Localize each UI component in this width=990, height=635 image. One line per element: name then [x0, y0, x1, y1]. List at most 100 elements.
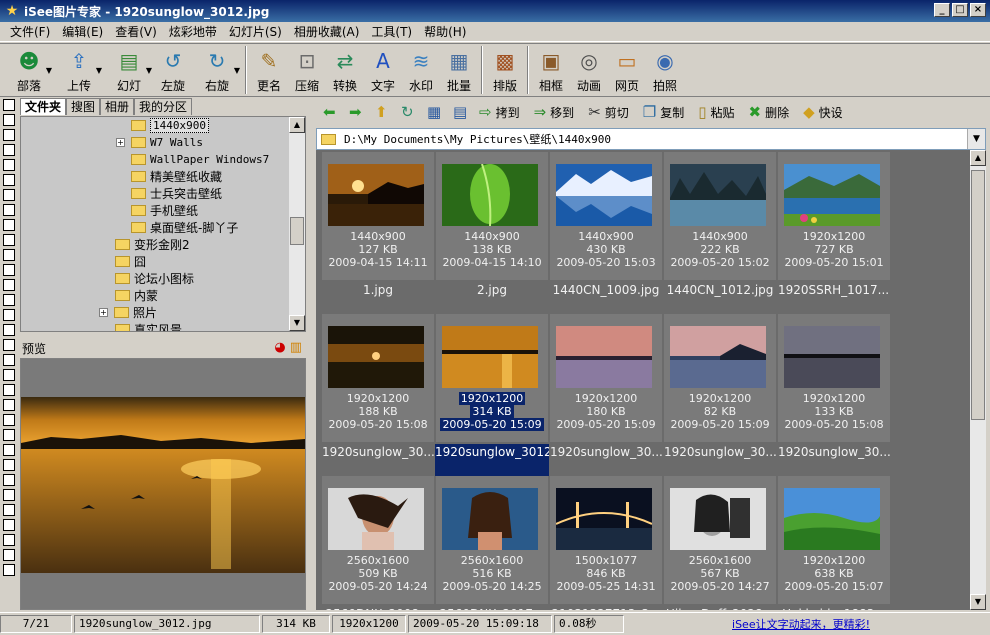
thumbnail-item[interactable]: 1920x1200 133 KB 2009-05-20 15:08 1920sungl… — [778, 314, 890, 474]
thumbnail-item[interactable]: 1440x900 430 KB 2009-05-20 15:03 1440CN_100… — [550, 152, 662, 312]
menu-zone[interactable]: 炫彩地带 — [163, 23, 223, 40]
toolbar-layout-button[interactable]: ▩ 排版 — [486, 44, 524, 96]
tree-node[interactable]: 精美壁纸收藏 — [21, 168, 305, 185]
strip-checkbox[interactable] — [3, 564, 15, 576]
thumbnail-item[interactable]: 1440x900 222 KB 2009-05-20 15:02 1440CN_101… — [664, 152, 776, 312]
menu-view[interactable]: 查看(V) — [109, 23, 163, 40]
histogram-icon[interactable]: ▥ — [290, 340, 302, 355]
strip-checkbox[interactable] — [3, 534, 15, 546]
thumbnail-item[interactable]: 1500x1077846 KB2009-05-25 14:31 210313277… — [550, 476, 662, 610]
thumbnail-item[interactable]: 1440x900 127 KB 2009-04-15 14:11 1.jpg — [322, 152, 434, 312]
refresh-icon[interactable]: ↻ — [398, 101, 424, 123]
strip-checkbox[interactable] — [3, 519, 15, 531]
expand-icon[interactable]: + — [116, 138, 125, 147]
strip-checkbox[interactable] — [3, 384, 15, 396]
scroll-thumb[interactable] — [971, 170, 985, 420]
thumbnail-item[interactable]: 1920x1200638 KB2009-05-20 15:07 Hokkaido_… — [778, 476, 890, 610]
dropdown-arrow-icon[interactable]: ▼ — [96, 66, 102, 75]
toolbar-tribe-button[interactable]: ☻ 部落 ▼ — [4, 44, 54, 96]
tree-node[interactable]: WallPaper Windows7 — [21, 151, 305, 168]
thumbnail-item[interactable]: 1920x1200 314 KB 2009-05-20 15:09 1920sungl… — [435, 314, 549, 476]
strip-checkbox[interactable] — [3, 309, 15, 321]
move-to-button[interactable]: ⇒ 移到 — [531, 101, 578, 123]
strip-checkbox[interactable] — [3, 399, 15, 411]
dropdown-arrow-icon[interactable]: ▼ — [234, 66, 240, 75]
strip-checkbox[interactable] — [3, 279, 15, 291]
tree-node[interactable]: 手机壁纸 — [21, 202, 305, 219]
toolbar-rename-button[interactable]: ✎ 更名 — [250, 44, 288, 96]
strip-checkbox[interactable] — [3, 339, 15, 351]
scroll-down-icon[interactable]: ▼ — [970, 594, 986, 610]
strip-checkbox[interactable] — [3, 219, 15, 231]
minimize-button[interactable]: _ — [934, 3, 950, 17]
strip-checkbox[interactable] — [3, 549, 15, 561]
toolbar-convert-button[interactable]: ⇄ 转换 — [326, 44, 364, 96]
toolbar-rotate-right-button[interactable]: ↻ 右旋 ▼ — [192, 44, 242, 96]
delete-button[interactable]: ✖ 删除 — [746, 101, 793, 123]
menu-albums[interactable]: 相册收藏(A) — [288, 23, 366, 40]
toolbar-camera-button[interactable]: ◉ 拍照 — [646, 44, 684, 96]
tree-node[interactable]: 论坛小图标 — [21, 270, 305, 287]
strip-checkbox[interactable] — [3, 99, 15, 111]
dropdown-arrow-icon[interactable]: ▼ — [46, 66, 52, 75]
strip-checkbox[interactable] — [3, 174, 15, 186]
strip-checkbox[interactable] — [3, 249, 15, 261]
menu-help[interactable]: 帮助(H) — [418, 23, 472, 40]
up-folder-icon[interactable]: ⬆ — [372, 101, 398, 123]
strip-checkbox[interactable] — [3, 354, 15, 366]
strip-checkbox[interactable] — [3, 444, 15, 456]
copy-to-button[interactable]: ⇨ 拷到 — [476, 101, 523, 123]
strip-checkbox[interactable] — [3, 504, 15, 516]
strip-checkbox[interactable] — [3, 204, 15, 216]
copy-button[interactable]: ❐ 复制 — [640, 101, 687, 123]
thumbnail-item[interactable]: 2560x1600567 KB2009-05-20 14:27 HilaryDuf… — [664, 476, 776, 610]
grid-scrollbar[interactable]: ▲ ▼ — [970, 150, 986, 610]
toolbar-frame-button[interactable]: ▣ 相框 — [532, 44, 570, 96]
strip-checkbox[interactable] — [3, 189, 15, 201]
cut-button[interactable]: ✂ 剪切 — [585, 101, 632, 123]
toolbar-watermark-button[interactable]: ≋ 水印 — [402, 44, 440, 96]
tree-node[interactable]: + W7 Walls — [21, 134, 305, 151]
tree-node[interactable]: 囧 — [21, 253, 305, 270]
tree-scrollbar[interactable]: ▲ ▼ — [289, 117, 305, 331]
tree-node[interactable]: 桌面壁纸-脚丫子 — [21, 219, 305, 236]
strip-checkbox[interactable] — [3, 264, 15, 276]
address-bar[interactable]: D:\My Documents\My Pictures\壁纸\1440x900 … — [316, 128, 986, 150]
strip-checkbox[interactable] — [3, 324, 15, 336]
scroll-up-icon[interactable]: ▲ — [289, 117, 305, 133]
toolbar-animation-button[interactable]: ◎ 动画 — [570, 44, 608, 96]
tab-folders[interactable]: 文件夹 — [20, 98, 67, 115]
thumbnail-item[interactable]: 2560x1600516 KB2009-05-20 14:25 2560DNX_2… — [436, 476, 548, 610]
strip-checkbox[interactable] — [3, 294, 15, 306]
qq-icon[interactable]: ◕ — [274, 340, 285, 355]
back-arrow-icon[interactable]: ⬅ — [320, 101, 346, 123]
menu-file[interactable]: 文件(F) — [4, 23, 56, 40]
strip-checkbox[interactable] — [3, 474, 15, 486]
promo-link[interactable]: iSee让文字动起来，更精彩! — [732, 616, 870, 632]
strip-checkbox[interactable] — [3, 489, 15, 501]
strip-checkbox[interactable] — [3, 414, 15, 426]
maximize-button[interactable]: □ — [952, 3, 968, 17]
thumbnail-item[interactable]: 1920x1200 188 KB 2009-05-20 15:08 1920sungl… — [322, 314, 434, 474]
expand-icon[interactable]: + — [99, 308, 108, 317]
toolbar-slideshow-button[interactable]: ▤ 幻灯 ▼ — [104, 44, 154, 96]
toolbar-text-button[interactable]: A 文字 — [364, 44, 402, 96]
toolbar-upload-button[interactable]: ⇪ 上传 ▼ — [54, 44, 104, 96]
thumbnail-item[interactable]: 2560x1600509 KB2009-05-20 14:24 2560DNX_2… — [322, 476, 434, 610]
close-button[interactable]: × — [970, 3, 986, 17]
quick-set-button[interactable]: ◆ 快设 — [800, 101, 846, 123]
thumbnail-item[interactable]: 1440x900 138 KB 2009-04-15 14:10 2.jpg — [436, 152, 548, 312]
scroll-down-icon[interactable]: ▼ — [289, 315, 305, 331]
dropdown-arrow-icon[interactable]: ▼ — [146, 66, 152, 75]
scroll-thumb[interactable] — [290, 217, 304, 245]
thumbnail-item[interactable]: 1920x1200 727 KB 2009-05-20 15:01 1920SSRH_… — [778, 152, 890, 312]
strip-checkbox[interactable] — [3, 129, 15, 141]
strip-checkbox[interactable] — [3, 144, 15, 156]
view-mode-icon[interactable]: ▦ — [424, 101, 450, 123]
toolbar-rotate-left-button[interactable]: ↺ 左旋 — [154, 44, 192, 96]
toolbar-webpage-button[interactable]: ▭ 网页 — [608, 44, 646, 96]
tree-node[interactable]: + 照片 — [21, 304, 305, 321]
strip-checkbox[interactable] — [3, 114, 15, 126]
forward-arrow-icon[interactable]: ➡ — [346, 101, 372, 123]
tree-node[interactable]: 士兵突击壁纸 — [21, 185, 305, 202]
